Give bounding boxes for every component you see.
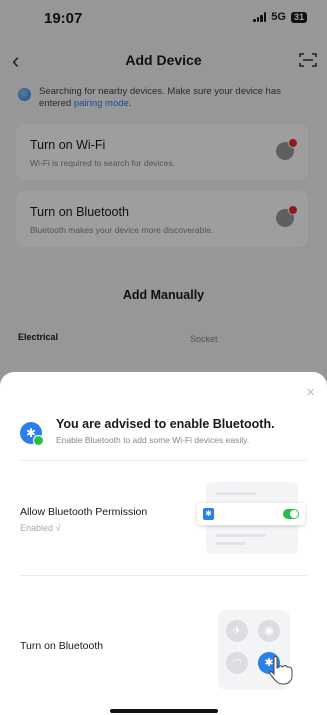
permission-status: Enabled √ (20, 523, 61, 533)
close-button[interactable]: × (306, 384, 315, 401)
advice-title: You are advised to enable Bluetooth. (56, 417, 275, 431)
permission-toggle-row[interactable]: ✱ (197, 503, 305, 525)
advice-subtitle: Enable Bluetooth to add some Wi-Fi devic… (56, 435, 250, 445)
wifi-icon: ◠ (226, 652, 248, 674)
divider (20, 460, 307, 461)
divider (20, 575, 307, 576)
cellular-icon: ◉ (258, 620, 280, 642)
bluetooth-small-icon: ✱ (203, 508, 214, 520)
control-center-illustration: ✈ ◉ ◠ ✱ (218, 610, 293, 690)
airplane-icon: ✈ (226, 620, 248, 642)
home-indicator (110, 709, 218, 713)
bluetooth-permission-toggle[interactable] (283, 509, 299, 519)
hand-pointer-icon (269, 656, 293, 685)
bluetooth-advice-sheet: × ✱ You are advised to enable Bluetooth.… (0, 372, 327, 715)
bluetooth-icon: ✱ (20, 422, 44, 446)
turn-on-bluetooth-title[interactable]: Turn on Bluetooth (20, 640, 103, 652)
permission-title[interactable]: Allow Bluetooth Permission (20, 506, 147, 518)
